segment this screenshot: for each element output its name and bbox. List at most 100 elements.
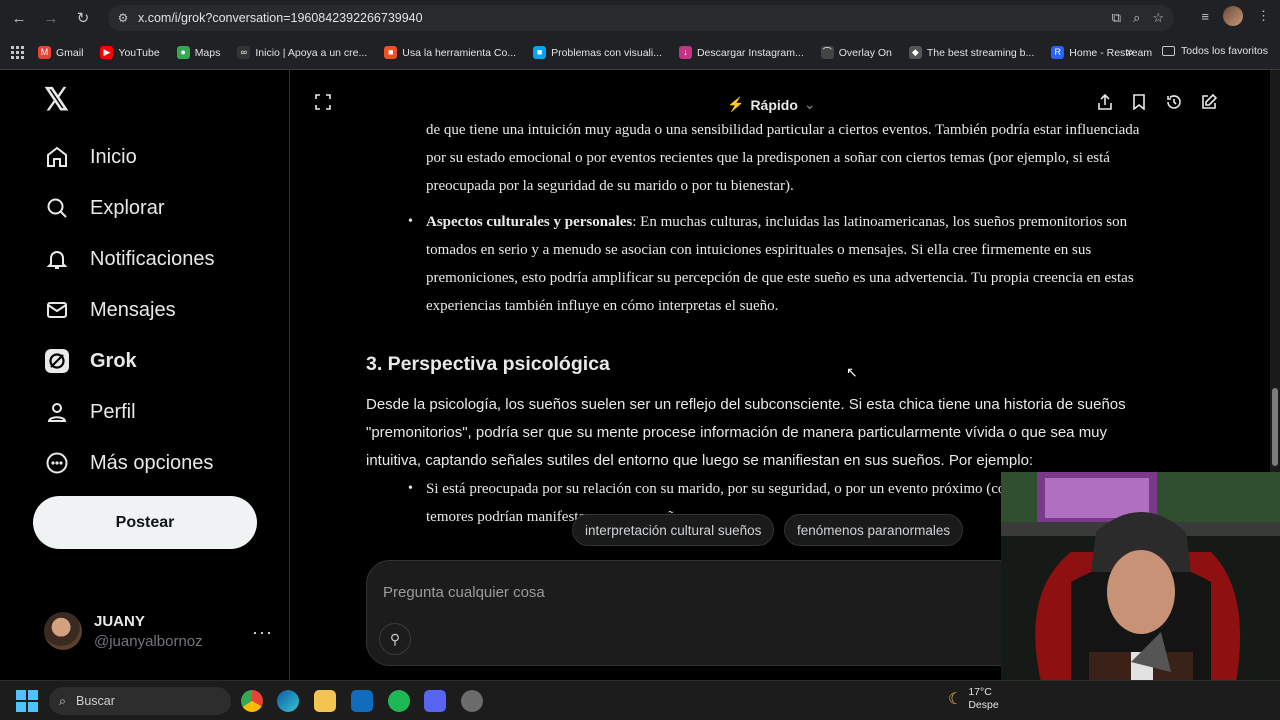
taskbar-search[interactable]: ⌕ Buscar [49,687,231,715]
weather-widget[interactable]: ☾ 17°C Despe [948,686,999,712]
bookmark-item[interactable]: ● Maps [176,46,221,59]
bookmark-label: Gmail [56,46,84,59]
bookmark-item[interactable]: ◆ The best streaming b... [908,46,1035,59]
share-icon[interactable] [1097,93,1113,115]
browser-toolbar: ← → ↻ ⚙ x.com/i/grok?conversation=196084… [0,0,1280,36]
more-circle-icon [44,450,70,476]
reload-icon[interactable]: ↻ [70,5,96,31]
windows-start-icon[interactable] [16,690,38,717]
history-icon[interactable] [1166,94,1182,115]
bookmark-item[interactable]: ∞ Inicio | Apoya a un cre... [237,46,367,59]
outlook-icon[interactable] [351,690,373,712]
bookmark-favicon-icon: ■ [533,46,547,59]
sidebar-item-mas-opciones[interactable]: Más opciones [44,450,213,476]
chevron-down-icon: ⌄ [803,96,816,112]
account-more-icon[interactable]: ··· [252,622,273,643]
bookmark-item[interactable]: R Home - Restream [1051,46,1152,59]
address-bar[interactable]: ⚙ x.com/i/grok?conversation=196084239226… [108,5,1174,31]
bookmark-item[interactable]: ■ Problemas con visuali... [533,46,662,59]
app-icon[interactable] [461,690,483,712]
bookmark-item[interactable]: ▶ YouTube [100,46,160,59]
expand-icon[interactable] [315,94,331,115]
bookmark-label: The best streaming b... [926,46,1035,59]
site-info-icon[interactable]: ⚙ [108,11,138,25]
sidebar-item-label: Notificaciones [90,247,215,270]
back-icon[interactable]: ← [6,5,32,31]
bookmark-favicon-icon: M [38,46,51,59]
bookmarks-overflow-icon[interactable]: » [1126,43,1134,59]
post-button[interactable]: Postear [33,496,257,549]
bookmark-favicon-icon: ∞ [237,46,251,59]
section-heading: 3. Perspectiva psicológica [366,353,610,375]
list-item: • Aspectos culturales y personales: En m… [396,208,1141,320]
search-icon [44,195,70,221]
scrollbar-thumb[interactable] [1272,388,1278,466]
sidebar-item-inicio[interactable]: Inicio [44,144,137,170]
grok-response: de que tiene una intuición muy aguda o u… [366,116,1141,531]
edge-icon[interactable] [277,690,299,712]
apps-grid-icon[interactable] [11,46,24,59]
x-logo-icon[interactable]: 𝕏 [44,84,72,115]
lightning-icon: ⚡ [727,96,745,112]
bell-icon [44,246,70,272]
suggestion-chip[interactable]: fenómenos paranormales [784,514,964,546]
forward-icon[interactable]: → [38,5,64,31]
media-control-icon[interactable]: ≡ [1201,9,1209,24]
moon-icon: ☾ [948,690,963,708]
sidebar-item-notificaciones[interactable]: Notificaciones [44,246,215,272]
sidebar-item-explorar[interactable]: Explorar [44,195,164,221]
bookmark-star-icon[interactable]: ☆ [1152,10,1164,26]
sidebar-item-label: Más opciones [90,451,214,474]
chrome-icon[interactable] [241,690,263,712]
install-app-icon[interactable]: ⧉ [1112,10,1121,26]
bookmark-item[interactable]: M Gmail [38,46,83,59]
menu-icon[interactable]: ⋮ [1257,8,1270,24]
sidebar: 𝕏 Inicio Explorar Notificaciones Mensaje… [0,70,290,680]
mail-icon [44,297,70,323]
bookmark-label: Inicio | Apoya a un cre... [255,46,368,59]
mode-selector[interactable]: ⚡ Rápido ⌄ [727,96,816,113]
suggestion-chip[interactable]: interpretación cultural sueños [572,514,775,546]
zoom-icon[interactable]: ⌕ [1133,10,1140,26]
bookmark-label: Home - Restream [1069,46,1153,59]
new-chat-icon[interactable] [1201,93,1218,115]
bookmark-item[interactable]: ↓ Descargar Instagram... [678,46,804,59]
bookmark-label: YouTube [118,46,160,59]
section-paragraph: Desde la psicología, los sueños suelen s… [366,396,1126,469]
bookmark-label: Maps [194,46,221,59]
sidebar-item-mensajes[interactable]: Mensajes [44,297,176,323]
account-switcher[interactable]: JUANY @juanyalbornoz [44,612,203,650]
composer-input[interactable]: Pregunta cualquier cosa [383,584,545,601]
bookmark-favicon-icon: ↓ [678,46,692,59]
search-icon: ⌕ [59,693,67,708]
attach-icon[interactable]: ⚲ [379,623,411,655]
sidebar-item-perfil[interactable]: Perfil [44,399,136,425]
url-text[interactable]: x.com/i/grok?conversation=19608423922667… [138,11,423,25]
home-icon [44,144,70,170]
person-icon [44,399,70,425]
all-bookmarks[interactable]: Todos los favoritos [1162,45,1268,57]
bookmark-favicon-icon: ● [176,46,190,59]
bookmark-label: Problemas con visuali... [551,46,662,59]
bookmark-favicon-icon: ■ [384,46,398,59]
sidebar-item-label: Grok [90,349,137,372]
bookmark-label: Overlay On [838,46,892,59]
windows-taskbar: ⌕ Buscar ☾ 17°C Despe [0,680,1280,720]
bookmark-item[interactable]: ⌒ Overlay On [820,46,892,59]
sidebar-item-label: Mensajes [90,298,176,321]
bookmark-label: Usa la herramienta Co... [402,46,517,59]
bookmark-item[interactable]: ■ Usa la herramienta Co... [384,46,516,59]
bullet: • [408,481,413,496]
sidebar-item-label: Perfil [90,400,136,423]
bookmark-icon[interactable] [1132,94,1146,115]
bookmark-favicon-icon: R [1051,46,1065,59]
folder-icon [1162,46,1176,56]
bookmark-label: Descargar Instagram... [696,46,804,59]
avatar [44,612,82,650]
file-explorer-icon[interactable] [314,690,336,712]
profile-avatar[interactable] [1223,6,1243,26]
bookmark-favicon-icon: ▶ [100,46,114,59]
spotify-icon[interactable] [388,690,410,712]
discord-icon[interactable] [424,690,446,712]
sidebar-item-grok[interactable]: Grok [44,348,137,374]
